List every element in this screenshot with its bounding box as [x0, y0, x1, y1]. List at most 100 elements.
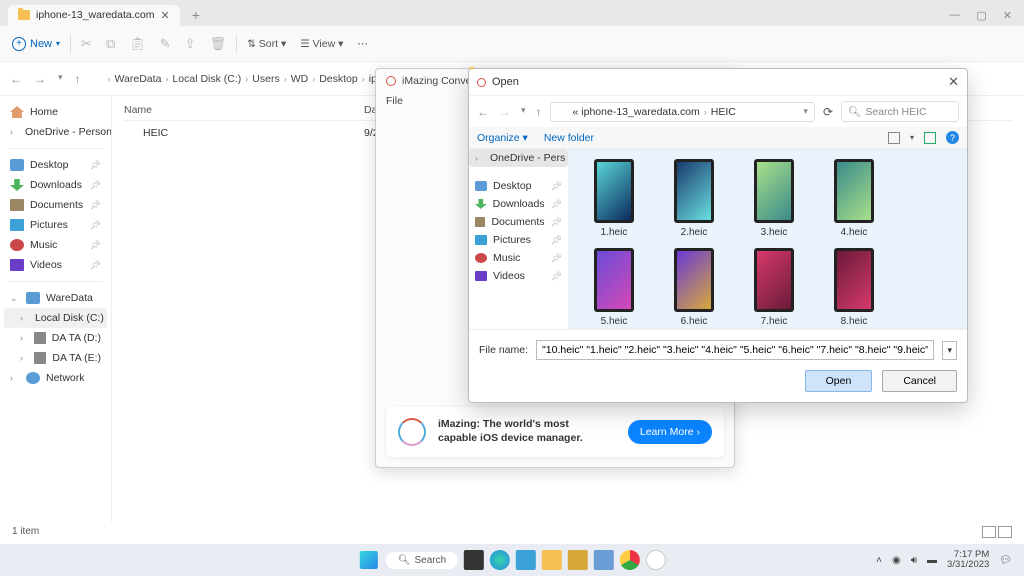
new-tab-button[interactable]: + — [184, 7, 208, 23]
imazing-logo-icon — [398, 418, 426, 446]
chevron-down-icon[interactable]: ▾ — [58, 72, 63, 86]
chevron-down-icon[interactable]: ▾ — [521, 105, 526, 119]
app-icon[interactable] — [646, 550, 666, 570]
search-icon: 🔍︎ — [398, 555, 411, 566]
sidebar-disk-e[interactable]: ›DA TA (E:) — [4, 348, 107, 368]
open-button[interactable]: Open — [805, 370, 873, 392]
view-icon[interactable] — [888, 132, 900, 144]
sidebar-home[interactable]: Home — [4, 102, 107, 122]
sidebar-videos[interactable]: Videos📌︎ — [4, 255, 107, 275]
maximize-icon[interactable]: ▢ — [976, 9, 986, 22]
help-icon[interactable]: ? — [946, 131, 959, 144]
folder-icon — [557, 107, 569, 117]
folder-icon — [91, 73, 104, 84]
paste-icon[interactable]: 📋︎ — [129, 36, 146, 52]
edge-icon[interactable] — [490, 550, 510, 570]
dialog-documents[interactable]: Documents📌︎ — [469, 213, 568, 231]
back-icon[interactable]: ← — [477, 105, 489, 119]
title-tab-bar: iphone-13_waredata.com ✕ + — ▢ ✕ — [0, 0, 1024, 26]
details-view-icon[interactable] — [982, 526, 996, 538]
dialog-downloads[interactable]: Downloads📌︎ — [469, 195, 568, 213]
sidebar-network[interactable]: ›Network — [4, 368, 107, 388]
back-icon[interactable]: ← — [10, 72, 22, 86]
close-icon[interactable]: ✕ — [1003, 9, 1012, 22]
file-item[interactable]: 4.heic — [819, 159, 889, 238]
chrome-icon[interactable] — [620, 550, 640, 570]
volume-icon[interactable]: 🔊︎ — [911, 555, 917, 566]
new-folder-button[interactable]: New folder — [544, 132, 594, 144]
new-button[interactable]: + New ▾ — [12, 37, 60, 51]
copy-icon[interactable]: ⧉ — [106, 36, 115, 52]
app-icon[interactable] — [594, 550, 614, 570]
sort-button[interactable]: ⇅ Sort ▾ — [247, 38, 286, 50]
more-button[interactable]: ⋯ — [357, 38, 368, 50]
chevron-up-icon[interactable]: ˄ — [876, 555, 882, 566]
sidebar-downloads[interactable]: Downloads📌︎ — [4, 175, 107, 195]
file-name-input[interactable] — [536, 340, 934, 360]
dialog-pictures[interactable]: Pictures📌︎ — [469, 231, 568, 249]
sidebar-disk-d[interactable]: ›DA TA (D:) — [4, 328, 107, 348]
dialog-title: Open — [492, 76, 519, 88]
dialog-path[interactable]: « iphone-13_waredata.com›HEIC ▾ — [550, 102, 815, 122]
file-item[interactable]: 2.heic — [659, 159, 729, 238]
file-item[interactable]: 8.heic — [819, 248, 889, 327]
active-tab[interactable]: iphone-13_waredata.com ✕ — [8, 5, 180, 26]
search-icon: 🔍︎ — [848, 105, 861, 118]
tiles-view-icon[interactable] — [998, 526, 1012, 538]
dialog-search[interactable]: 🔍︎ Search HEIC — [841, 101, 959, 122]
taskbar-search[interactable]: 🔍︎Search — [386, 552, 458, 569]
col-name[interactable]: Name — [124, 104, 264, 116]
wifi-icon[interactable]: ◉ — [892, 555, 901, 566]
forward-icon[interactable]: → — [499, 105, 511, 119]
dialog-onedrive[interactable]: ›OneDrive - Pers — [469, 149, 568, 167]
forward-icon[interactable]: → — [34, 72, 46, 86]
app-icon[interactable] — [568, 550, 588, 570]
up-icon[interactable]: ↑ — [536, 105, 542, 119]
imazing-promo-banner: iMazing: The world's mostcapable iOS dev… — [386, 407, 724, 457]
battery-icon[interactable]: ▬ — [927, 555, 937, 566]
delete-icon[interactable]: 🗑︎ — [210, 36, 227, 52]
sidebar-music[interactable]: Music📌︎ — [4, 235, 107, 255]
filter-dropdown[interactable]: ▾ — [942, 341, 957, 360]
explorer-icon[interactable] — [542, 550, 562, 570]
organize-button[interactable]: Organize ▾ — [477, 132, 528, 144]
dialog-sidebar: ›OneDrive - Pers Desktop📌︎ Downloads📌︎ D… — [469, 149, 569, 329]
plus-circle-icon: + — [12, 37, 26, 51]
dialog-videos[interactable]: Videos📌︎ — [469, 267, 568, 285]
sidebar-desktop[interactable]: Desktop📌︎ — [4, 155, 107, 175]
dialog-music[interactable]: Music📌︎ — [469, 249, 568, 267]
system-clock[interactable]: 7:17 PM3/31/2023 — [947, 550, 989, 571]
file-item[interactable]: 5.heic — [579, 248, 649, 327]
chevron-down-icon: ▾ — [56, 39, 60, 48]
start-button[interactable] — [358, 549, 380, 571]
status-bar: 1 item — [0, 522, 1024, 544]
task-view-icon[interactable] — [464, 550, 484, 570]
cut-icon[interactable]: ✂ — [81, 36, 92, 52]
cancel-button[interactable]: Cancel — [882, 370, 957, 392]
close-icon[interactable]: ✕ — [948, 74, 959, 90]
sidebar-waredata[interactable]: ⌄WareData — [4, 288, 107, 308]
window-controls: — ▢ ✕ — [949, 9, 1024, 22]
sidebar-onedrive[interactable]: ›OneDrive - Persona — [4, 122, 107, 142]
file-item[interactable]: 3.heic — [739, 159, 809, 238]
tab-close-icon[interactable]: ✕ — [161, 9, 170, 22]
sidebar-pictures[interactable]: Pictures📌︎ — [4, 215, 107, 235]
breadcrumb[interactable]: › WareData› Local Disk (C:)› Users› WD› … — [91, 73, 410, 85]
learn-more-button[interactable]: Learn More › — [628, 420, 712, 444]
app-icon[interactable] — [516, 550, 536, 570]
file-item[interactable]: 7.heic — [739, 248, 809, 327]
file-item[interactable]: 1.heic — [579, 159, 649, 238]
refresh-icon[interactable]: ⟳ — [823, 105, 833, 119]
taskbar: 🔍︎Search ˄ ◉ 🔊︎ ▬ 7:17 PM3/31/2023 💬︎ — [0, 544, 1024, 576]
notifications-icon[interactable]: 💬︎ — [999, 555, 1012, 566]
preview-pane-icon[interactable] — [924, 132, 936, 144]
sidebar-disk-c[interactable]: ›Local Disk (C:) — [4, 308, 107, 328]
sidebar-documents[interactable]: Documents📌︎ — [4, 195, 107, 215]
minimize-icon[interactable]: — — [949, 9, 960, 22]
rename-icon[interactable]: ✎ — [160, 36, 171, 52]
up-icon[interactable]: ↑ — [75, 72, 81, 86]
dialog-desktop[interactable]: Desktop📌︎ — [469, 177, 568, 195]
view-button[interactable]: ☰ View ▾ — [300, 38, 343, 50]
share-icon[interactable]: ⇪ — [185, 36, 196, 52]
file-item[interactable]: 6.heic — [659, 248, 729, 327]
